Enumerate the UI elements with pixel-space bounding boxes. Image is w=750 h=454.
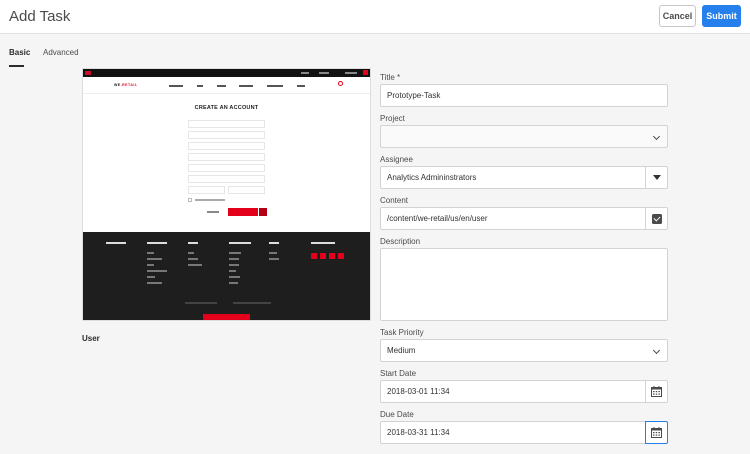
thumbnail-footer-copyright xyxy=(233,302,271,304)
triangle-down-icon xyxy=(652,175,661,180)
thumbnail-footer-item xyxy=(269,252,277,254)
content-label: Content xyxy=(380,196,409,205)
thumbnail-footer-item xyxy=(229,258,239,260)
thumbnail-footer-item xyxy=(229,270,236,272)
thumbnail-footer-item xyxy=(147,264,154,266)
thumbnail-footer-heading xyxy=(188,242,198,244)
tab-basic[interactable]: Basic xyxy=(9,48,30,67)
assignee-value: Analytics Admininstrators xyxy=(387,173,477,182)
content-value: /content/we-retail/us/en/user xyxy=(387,214,488,223)
due-date-calendar-button[interactable] xyxy=(645,421,668,444)
facebook-icon xyxy=(311,253,317,259)
thumbnail-form-field xyxy=(188,164,265,172)
page-title: Add Task xyxy=(9,8,71,25)
pinterest-icon xyxy=(329,253,335,259)
assignee-field[interactable]: Analytics Admininstrators xyxy=(380,166,668,189)
description-label: Description xyxy=(380,237,421,246)
thumbnail-logo: WE.RETAIL xyxy=(114,83,138,87)
thumbnail-footer-heading xyxy=(147,242,167,244)
thumbnail-heading: CREATE AN ACCOUNT xyxy=(194,105,259,111)
start-date-label: Start Date xyxy=(380,369,417,378)
thumbnail-register-arrow xyxy=(258,208,267,216)
content-field[interactable]: /content/we-retail/us/en/user xyxy=(380,207,668,230)
header-bar: Add Task Cancel Submit xyxy=(0,0,750,34)
twitter-icon xyxy=(320,253,326,259)
assignee-label: Assignee xyxy=(380,155,413,164)
start-date-calendar-button[interactable] xyxy=(645,380,668,403)
thumbnail-form-field xyxy=(188,175,265,183)
project-label: Project xyxy=(380,114,405,123)
chevron-down-icon xyxy=(652,132,661,141)
due-date-field[interactable]: 2018-03-31 11:34 xyxy=(380,421,668,444)
thumbnail-checkbox xyxy=(188,198,192,202)
checkbox-check-icon xyxy=(651,213,662,224)
thumbnail-nav-link xyxy=(169,85,183,87)
thumbnail-footer-heading xyxy=(229,242,251,244)
thumbnail-nav-link xyxy=(297,85,305,87)
cancel-button[interactable]: Cancel xyxy=(659,5,696,27)
chevron-down-icon xyxy=(652,346,661,355)
thumbnail-cancel-link xyxy=(207,211,219,213)
task-priority-label: Task Priority xyxy=(380,328,424,337)
task-priority-value: Medium xyxy=(387,346,416,355)
page-thumbnail: WE.RETAIL CREATE AN ACCOUNT xyxy=(82,68,371,321)
calendar-icon xyxy=(651,386,662,397)
thumbnail-footer-item xyxy=(147,252,154,254)
thumbnail-footer-item xyxy=(147,270,167,272)
thumbnail-nav-item xyxy=(319,71,329,74)
thumbnail-nav: WE.RETAIL xyxy=(83,77,370,94)
thumbnail-footer-item xyxy=(229,252,241,254)
description-textarea[interactable] xyxy=(380,248,668,321)
thumbnail-cart-icon xyxy=(363,70,368,75)
due-date-label: Due Date xyxy=(380,410,414,419)
thumbnail-footer-item xyxy=(229,264,239,266)
thumbnail-nav-item xyxy=(301,71,309,74)
submit-button[interactable]: Submit xyxy=(702,5,741,27)
thumbnail-footer-item xyxy=(188,264,202,266)
due-date-value: 2018-03-31 11:34 xyxy=(387,428,450,437)
thumbnail-form-field xyxy=(188,142,265,150)
thumbnail-topbar xyxy=(83,69,370,77)
task-priority-select[interactable]: Medium xyxy=(380,339,668,362)
thumbnail-footer xyxy=(83,232,370,320)
calendar-icon xyxy=(651,427,662,438)
thumbnail-form-field xyxy=(188,186,225,194)
thumbnail-caption: User xyxy=(82,334,100,343)
thumbnail-footer-heading xyxy=(269,242,279,244)
thumbnail-nav-link xyxy=(197,85,203,87)
assignee-dropdown-button[interactable] xyxy=(645,166,668,189)
thumbnail-footer-item xyxy=(188,258,198,260)
thumbnail-footer-logo xyxy=(106,242,126,244)
thumbnail-footer-item xyxy=(269,258,279,260)
thumbnail-footer-item xyxy=(188,252,194,254)
thumbnail-checkbox-label xyxy=(195,199,225,201)
thumbnail-footer-heading xyxy=(311,242,335,244)
thumbnail-nav-item xyxy=(345,71,357,74)
thumbnail-nav-link xyxy=(267,85,283,87)
start-date-value: 2018-03-01 11:34 xyxy=(387,387,450,396)
thumbnail-form-field xyxy=(188,153,265,161)
thumbnail-form-field xyxy=(188,131,265,139)
flag-icon xyxy=(85,71,91,75)
content-browse-button[interactable] xyxy=(645,207,668,230)
instagram-icon xyxy=(338,253,344,259)
title-label: Title * xyxy=(380,73,401,82)
thumbnail-form-field xyxy=(188,120,265,128)
thumbnail-footer-item xyxy=(147,276,155,278)
start-date-field[interactable]: 2018-03-01 11:34 xyxy=(380,380,668,403)
title-field[interactable]: Prototype-Task xyxy=(380,84,668,107)
thumbnail-nav-link xyxy=(239,85,253,87)
tab-advanced[interactable]: Advanced xyxy=(43,48,79,57)
thumbnail-form-field xyxy=(228,186,265,194)
project-select[interactable] xyxy=(380,125,668,148)
thumbnail-footer-item xyxy=(229,276,240,278)
thumbnail-nav-link xyxy=(217,85,226,87)
thumbnail-footer-item xyxy=(147,258,162,260)
thumbnail-footer-copyright xyxy=(185,302,217,304)
thumbnail-footer-item xyxy=(229,282,238,284)
thumbnail-back-to-top xyxy=(203,314,250,320)
thumbnail-footer-item xyxy=(147,282,162,284)
search-icon xyxy=(338,81,343,86)
